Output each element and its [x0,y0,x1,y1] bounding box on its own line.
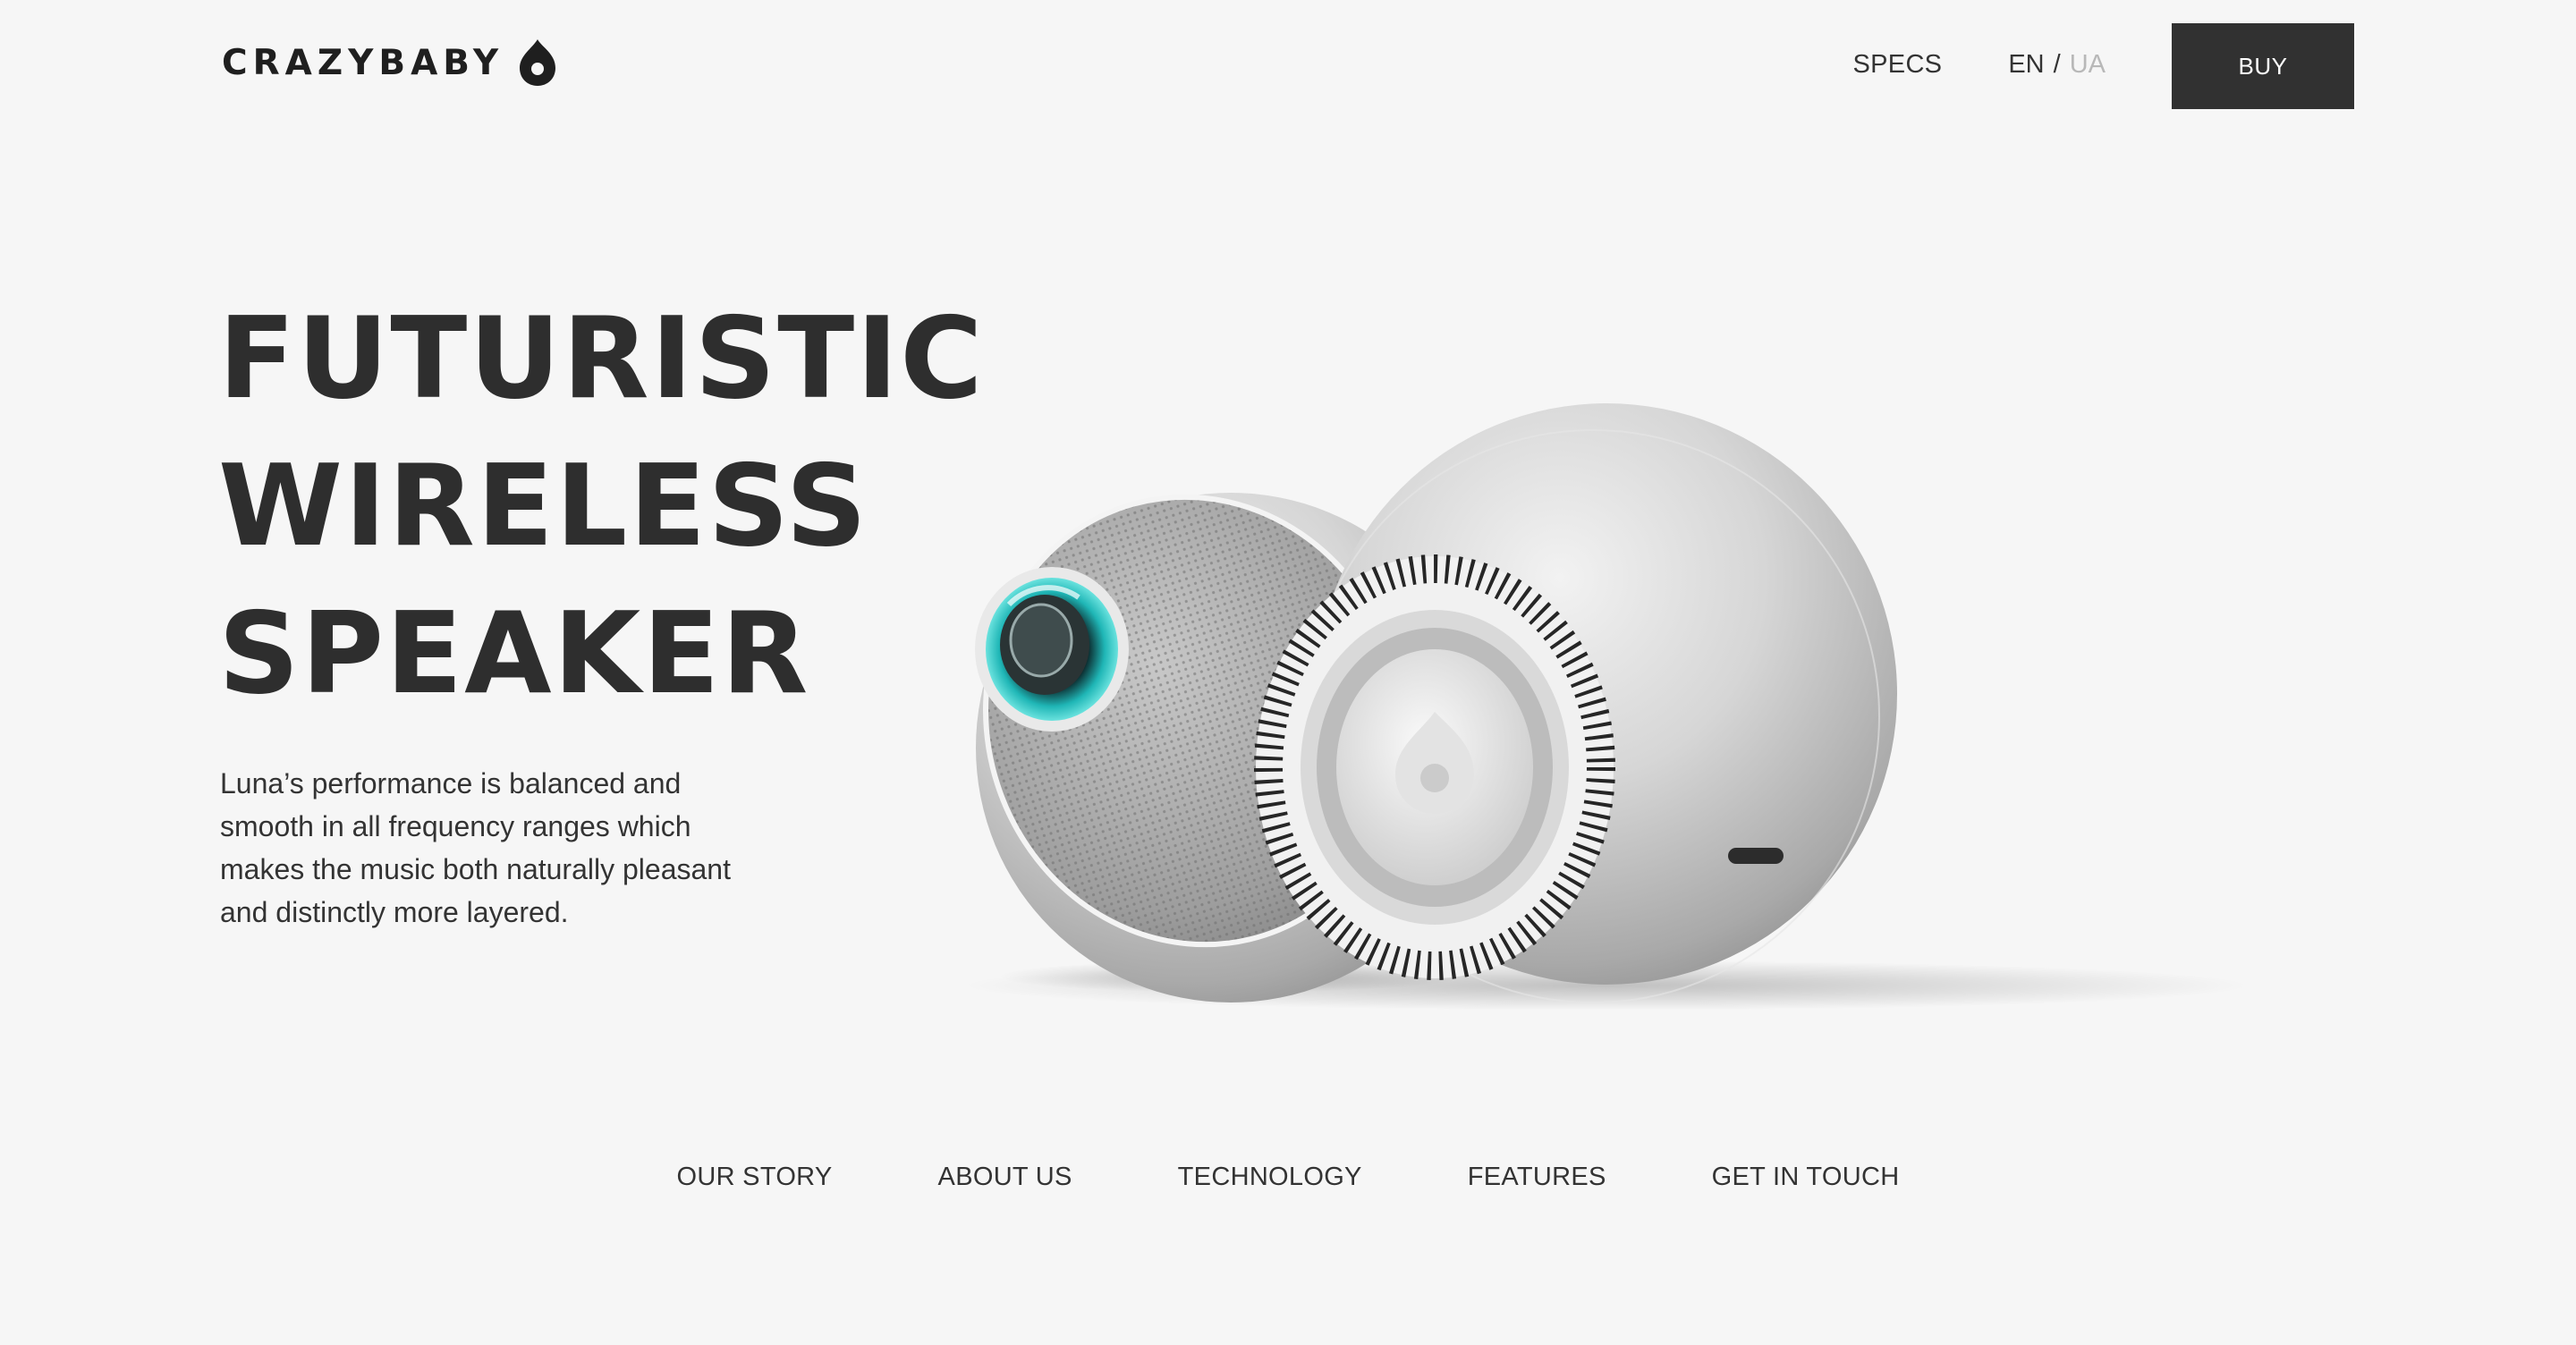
hero-description: Luna’s performance is balanced and smoot… [220,767,731,928]
brand-name: CRAZYBABY [222,42,504,83]
nav-get-in-touch[interactable]: GET IN TOUCH [1712,1163,1900,1192]
language-switcher: EN / UA [2008,50,2106,80]
top-navigation: SPECS EN / UA BUY [1853,23,2354,109]
hero-title-line-1: FUTURISTIC [218,292,985,424]
drop-logo-icon [520,39,556,86]
lang-separator: / [2053,49,2061,79]
hero-title-line-3: SPEAKER [218,588,810,719]
hero-title-line-2: WIRELESS [218,440,869,571]
right-speaker [1254,403,1897,1003]
section-navigation: OUR STORY ABOUT US TECHNOLOGY FEATURES G… [0,1163,2576,1192]
nav-features[interactable]: FEATURES [1468,1163,1606,1192]
nav-technology[interactable]: TECHNOLOGY [1178,1163,1362,1192]
speaker-product-image [927,265,2358,1052]
hero-title: FUTURISTIC WIRELESS SPEAKER [218,284,985,727]
lang-ua-option[interactable]: UA [2070,50,2106,80]
nav-specs-link[interactable]: SPECS [1853,50,1943,80]
buy-button[interactable]: BUY [2172,23,2354,109]
lang-en-option[interactable]: EN [2008,50,2044,80]
brand-logo[interactable]: CRAZYBABY [222,36,559,89]
speakers-illustration [962,403,2250,1011]
nav-our-story[interactable]: OUR STORY [676,1163,832,1192]
nav-about-us[interactable]: ABOUT US [938,1163,1072,1192]
